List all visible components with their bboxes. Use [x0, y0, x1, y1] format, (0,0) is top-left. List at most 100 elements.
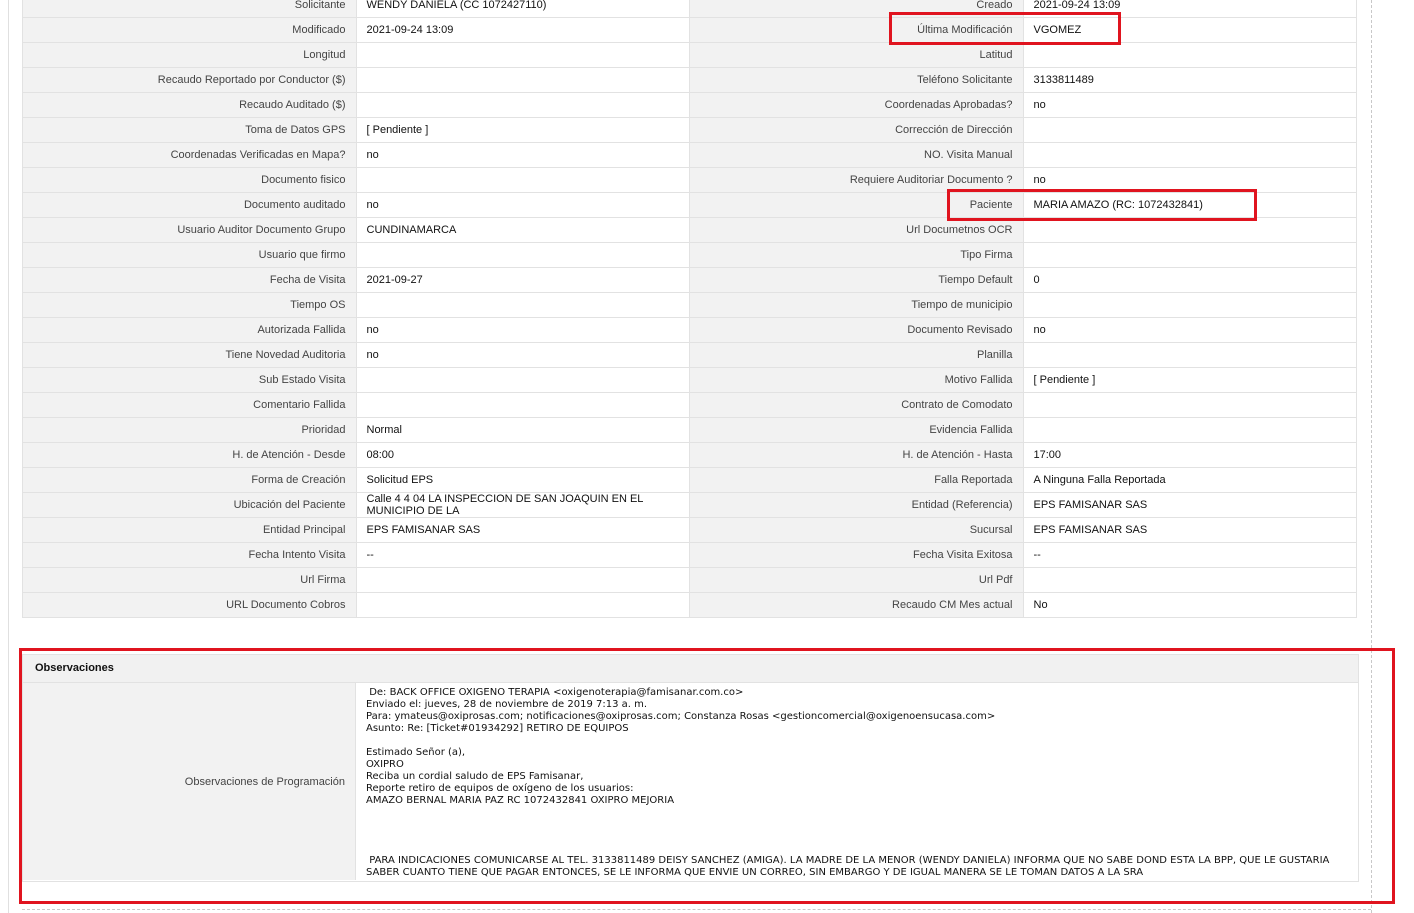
ubicacion-del-paciente-label: Ubicación del Paciente: [22, 492, 357, 518]
modificado-value: 2021-09-24 13:09: [355, 17, 690, 43]
h-de-atencion-hasta-value: 17:00: [1022, 442, 1357, 468]
table-row: Sub Estado Visita Motivo Fallida[ Pendien…: [22, 367, 1357, 393]
recaudo-cm-mes-actual-label: Recaudo CM Mes actual: [689, 592, 1024, 618]
table-row: Ubicación del Paciente Calle 4 4 04 LA IN…: [22, 492, 1357, 518]
url-documento-cobros-value: [355, 592, 690, 618]
motivo-fallida-label: Motivo Fallida: [689, 367, 1024, 393]
table-row: Recaudo Auditado ($) Coordenadas Aprobada…: [22, 92, 1357, 118]
entidad-referencia-value: EPS FAMISANAR SAS: [1022, 492, 1357, 518]
solicitante-label: Solicitante: [22, 0, 357, 18]
h-de-atencion-hasta-label: H. de Atención - Hasta: [689, 442, 1024, 468]
table-row: Autorizada Fallida no Documento Revisado no: [22, 317, 1357, 343]
recaudo-auditado-value: [355, 92, 690, 118]
recaudo-reportado-por-conductor-label: Recaudo Reportado por Conductor ($): [22, 67, 357, 93]
tiempo-os-value: [355, 292, 690, 318]
table-row: Prioridad Normal Evidencia Fallida: [22, 417, 1357, 443]
section-divider-vertical: [1371, 0, 1372, 913]
observaciones-programacion-label: Observaciones de Programación: [23, 683, 356, 880]
table-row: H. de Atención - Desde 08:00 H. de Atenció…: [22, 442, 1357, 468]
table-row: Documento auditado no Paciente MARIA AMAZO …: [22, 192, 1357, 218]
creado-label: Creado: [689, 0, 1024, 18]
tiempo-de-municipio-label: Tiempo de municipio: [689, 292, 1024, 318]
solicitante-value: WENDY DANIELA (CC 1072427110): [355, 0, 690, 18]
url-documetnos-ocr-label: Url Documetnos OCR: [689, 217, 1024, 243]
telefono-solicitante-value: 3133811489: [1022, 67, 1357, 93]
fecha-intento-visita-label: Fecha Intento Visita: [22, 542, 357, 568]
creado-value: 2021-09-24 13:09: [1022, 0, 1357, 18]
toma-de-datos-gps-label: Toma de Datos GPS: [22, 117, 357, 143]
documento-revisado-label: Documento Revisado: [689, 317, 1024, 343]
tiempo-os-label: Tiempo OS: [22, 292, 357, 318]
url-firma-label: Url Firma: [22, 567, 357, 593]
table-row: Toma de Datos GPS[ Pendiente ] Corrección…: [22, 117, 1357, 143]
tiene-novedad-auditoria-value: no: [355, 342, 690, 368]
table-row: Url Firma Url Pdf: [22, 567, 1357, 593]
table-row: Tiempo OS Tiempo de municipio: [22, 292, 1357, 318]
table-row: Forma de Creación Solicitud EPS Falla Repo…: [22, 467, 1357, 493]
contrato-de-comodato-value: [1022, 392, 1357, 418]
coordenadas-aprobadas-label: Coordenadas Aprobadas?: [689, 92, 1024, 118]
table-row: Comentario Fallida Contrato de Comodato: [22, 392, 1357, 418]
planilla-value: [1022, 342, 1357, 368]
longitud-label: Longitud: [22, 42, 357, 68]
motivo-fallida-value: [ Pendiente ]: [1022, 367, 1357, 393]
tiempo-de-municipio-value: [1022, 292, 1357, 318]
ubicacion-del-paciente-value: Calle 4 4 04 LA INSPECCION DE SAN JOAQUI…: [355, 492, 690, 518]
recaudo-cm-mes-actual-value: No: [1022, 592, 1357, 618]
falla-reportada-value: A Ninguna Falla Reportada: [1022, 467, 1357, 493]
documento-auditado-label: Documento auditado: [22, 192, 357, 218]
url-documento-cobros-label: URL Documento Cobros: [22, 592, 357, 618]
observaciones-heading: Observaciones: [23, 655, 1358, 683]
tipo-firma-label: Tipo Firma: [689, 242, 1024, 268]
comentario-fallida-value: [355, 392, 690, 418]
table-row: Documento fisico Requiere Auditoriar Docu…: [22, 167, 1357, 193]
evidencia-fallida-value: [1022, 417, 1357, 443]
comentario-fallida-label: Comentario Fallida: [22, 392, 357, 418]
no-visita-manual-label: NO. Visita Manual: [689, 142, 1024, 168]
table-row: Recaudo Reportado por Conductor ($) Teléf…: [22, 67, 1357, 93]
recaudo-auditado-label: Recaudo Auditado ($): [22, 92, 357, 118]
forma-de-creacion-value: Solicitud EPS: [355, 467, 690, 493]
entidad-referencia-label: Entidad (Referencia): [689, 492, 1024, 518]
planilla-label: Planilla: [689, 342, 1024, 368]
fecha-de-visita-value: 2021-09-27: [355, 267, 690, 293]
usuario-que-firmo-value: [355, 242, 690, 268]
table-row: URL Documento Cobros Recaudo CM Mes actua…: [22, 592, 1357, 618]
sub-estado-visita-value: [355, 367, 690, 393]
observaciones-programacion-label-text: Observaciones de Programación: [184, 775, 345, 788]
correccion-de-direccion-label: Corrección de Dirección: [689, 117, 1024, 143]
requiere-auditoriar-documento-label: Requiere Auditoriar Documento ?: [689, 167, 1024, 193]
url-firma-value: [355, 567, 690, 593]
fecha-intento-visita-value: --: [355, 542, 690, 568]
detail-table: Solicitante WENDY DANIELA (CC 1072427110)…: [22, 0, 1357, 618]
entidad-principal-label: Entidad Principal: [22, 517, 357, 543]
evidencia-fallida-label: Evidencia Fallida: [689, 417, 1024, 443]
ultima-modificacion-value: VGOMEZ: [1022, 17, 1357, 43]
table-row: Coordenadas Verificadas en Mapa? no NO. Vi…: [22, 142, 1357, 168]
autorizada-fallida-value: no: [355, 317, 690, 343]
longitud-value: [355, 42, 690, 68]
coordenadas-aprobadas-value: no: [1022, 92, 1357, 118]
url-pdf-label: Url Pdf: [689, 567, 1024, 593]
h-de-atencion-desde-label: H. de Atención - Desde: [22, 442, 357, 468]
observaciones-panel: Observaciones Observaciones de Programac…: [22, 654, 1359, 882]
url-pdf-value: [1022, 567, 1357, 593]
fecha-visita-exitosa-label: Fecha Visita Exitosa: [689, 542, 1024, 568]
latitud-value: [1022, 42, 1357, 68]
usuario-auditor-documento-grupo-label: Usuario Auditor Documento Grupo: [22, 217, 357, 243]
tiene-novedad-auditoria-label: Tiene Novedad Auditoria: [22, 342, 357, 368]
table-row: Tiene Novedad Auditoria no Planilla: [22, 342, 1357, 368]
modificado-label: Modificado: [22, 17, 357, 43]
paciente-value: MARIA AMAZO (RC: 1072432841): [1022, 192, 1357, 218]
coordenadas-verificadas-en-mapa-label: Coordenadas Verificadas en Mapa?: [22, 142, 357, 168]
tiempo-default-value: 0: [1022, 267, 1357, 293]
documento-revisado-value: no: [1022, 317, 1357, 343]
usuario-auditor-documento-grupo-value: CUNDINAMARCA: [355, 217, 690, 243]
no-visita-manual-value: [1022, 142, 1357, 168]
falla-reportada-label: Falla Reportada: [689, 467, 1024, 493]
table-row: Solicitante WENDY DANIELA (CC 1072427110)…: [22, 0, 1357, 18]
toma-de-datos-gps-value: [ Pendiente ]: [355, 117, 690, 143]
documento-fisico-label: Documento fisico: [22, 167, 357, 193]
fecha-visita-exitosa-value: --: [1022, 542, 1357, 568]
observaciones-programacion-text: De: BACK OFFICE OXIGENO TERAPIA <oxigeno…: [366, 687, 1330, 878]
